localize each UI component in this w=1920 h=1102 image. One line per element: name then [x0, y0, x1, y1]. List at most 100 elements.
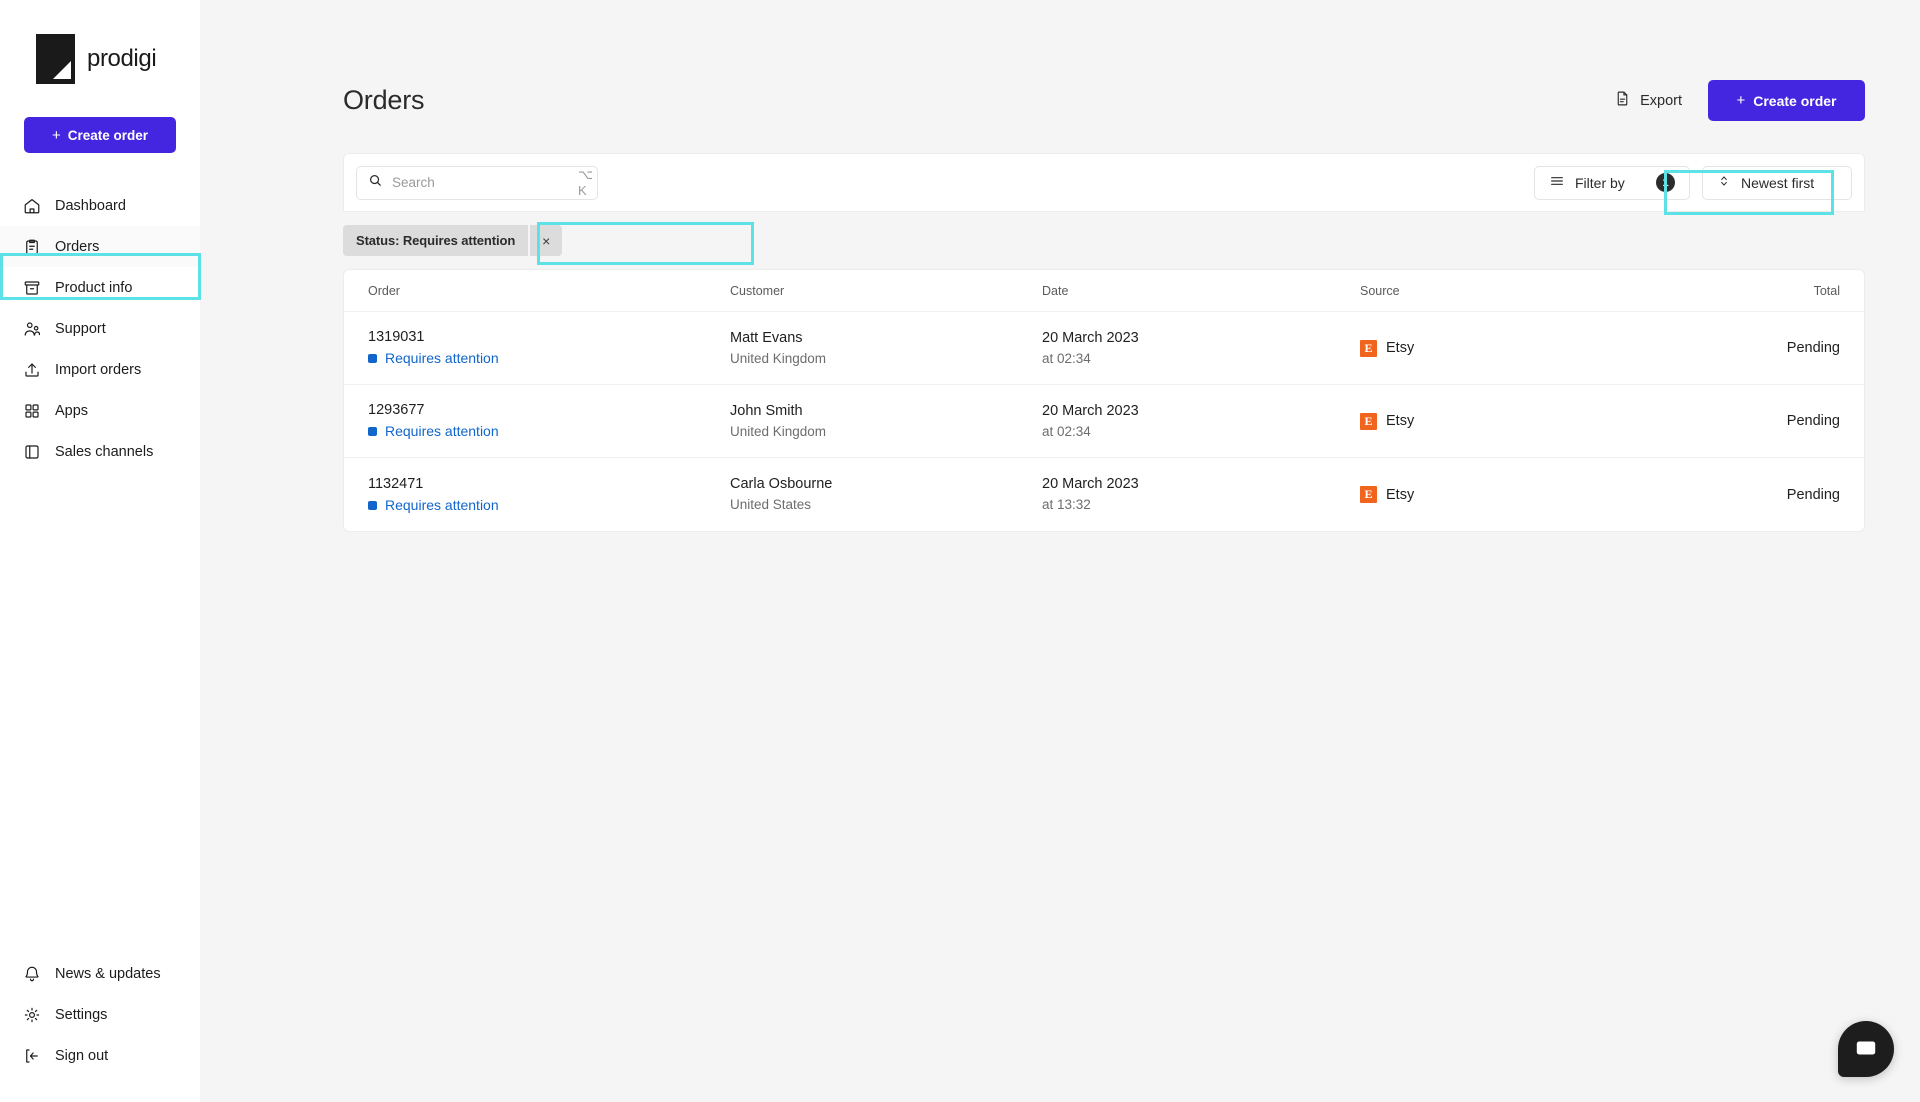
upload-icon: [22, 360, 41, 379]
create-order-button[interactable]: + Create order: [1708, 80, 1865, 121]
cell-order: 1293677 Requires attention: [368, 400, 730, 441]
sidebar-item-news-updates[interactable]: News & updates: [0, 953, 200, 994]
sidebar-item-support[interactable]: Support: [0, 308, 200, 349]
sidebar-item-label: Product info: [55, 279, 133, 296]
sidebar-primary-nav: Dashboard Orders Product info Support Im…: [0, 185, 200, 472]
orders-table: Order Customer Date Source Total 1319031…: [343, 269, 1865, 532]
status-dot-icon: [368, 354, 377, 363]
sign-out-icon: [22, 1046, 41, 1065]
export-label: Export: [1640, 92, 1682, 109]
order-status-link[interactable]: Requires attention: [368, 348, 730, 368]
source-name: Etsy: [1386, 340, 1415, 356]
column-header-source: Source: [1360, 283, 1400, 298]
search-input[interactable]: [392, 175, 569, 190]
order-time: at 02:34: [1042, 423, 1091, 439]
customer-country: United States: [730, 497, 812, 513]
toolbar-right-controls: Filter by 1 Newest first: [1534, 165, 1852, 200]
orders-panel: ⌥ K Filter by 1 Newest first: [200, 121, 1920, 532]
column-header-customer: Customer: [730, 283, 785, 298]
sidebar-item-label: Dashboard: [55, 197, 126, 214]
create-order-label: Create order: [1753, 92, 1837, 109]
prodigi-logo-icon: [36, 34, 75, 84]
order-total: Pending: [1786, 486, 1840, 503]
plus-icon: +: [51, 126, 61, 144]
sidebar-item-label: Apps: [55, 402, 89, 419]
filter-chip-label: Status: Requires attention: [343, 225, 529, 256]
sidebar-create-order-button[interactable]: + Create order: [24, 117, 176, 153]
cell-total: Pending: [1670, 486, 1840, 504]
etsy-icon: E: [1360, 339, 1377, 357]
order-id: 1293677: [368, 402, 425, 419]
sidebar-item-sign-out[interactable]: Sign out: [0, 1035, 200, 1076]
sidebar-item-import-orders[interactable]: Import orders: [0, 349, 200, 390]
filter-by-button[interactable]: Filter by 1: [1534, 165, 1690, 200]
search-field[interactable]: ⌥ K: [356, 165, 598, 200]
gear-icon: [22, 1005, 41, 1024]
customer-name: Carla Osbourne: [730, 476, 833, 493]
page-header: Orders Export + Create order: [200, 0, 1920, 121]
search-icon: [368, 173, 383, 193]
etsy-icon: E: [1360, 486, 1377, 503]
order-status-link[interactable]: Requires attention: [368, 495, 730, 515]
order-status-link[interactable]: Requires attention: [368, 421, 730, 441]
order-id: 1132471: [368, 475, 424, 492]
header-actions: Export + Create order: [1614, 80, 1865, 121]
sidebar-create-order-label: Create order: [67, 127, 149, 143]
order-time: at 02:34: [1042, 350, 1091, 366]
sidebar-item-label: Orders: [55, 238, 100, 255]
cell-customer: Carla Osbourne United States: [730, 474, 1042, 515]
order-date: 20 March 2023: [1042, 476, 1139, 493]
sidebar-item-orders[interactable]: Orders: [0, 226, 200, 267]
filter-count-badge: 1: [1656, 173, 1675, 192]
table-row[interactable]: 1319031 Requires attention Matt Evans Un…: [344, 312, 1864, 385]
sidebar-item-apps[interactable]: Apps: [0, 390, 200, 431]
order-total: Pending: [1786, 340, 1840, 356]
cell-source: E Etsy: [1360, 412, 1670, 430]
cell-total: Pending: [1670, 412, 1840, 430]
sidebar-item-label: Sales channels: [55, 443, 154, 460]
grid-apps-icon: [22, 401, 41, 420]
chat-widget-button[interactable]: [1838, 1021, 1894, 1077]
export-button[interactable]: Export: [1614, 90, 1682, 111]
column-header-date: Date: [1042, 283, 1069, 298]
active-filter-chips: Status: Requires attention ×: [343, 212, 1865, 269]
order-date: 20 March 2023: [1042, 402, 1139, 419]
sort-updown-icon: [1717, 173, 1731, 192]
orders-toolbar: ⌥ K Filter by 1 Newest first: [343, 153, 1865, 212]
document-icon: [1614, 90, 1631, 111]
sidebar-item-sales-channels[interactable]: Sales channels: [0, 431, 200, 472]
sort-button[interactable]: Newest first: [1702, 165, 1852, 200]
filter-chip-status[interactable]: Status: Requires attention ×: [343, 225, 563, 256]
sidebar-item-product-info[interactable]: Product info: [0, 267, 200, 308]
column-header-total: Total: [1813, 283, 1840, 298]
page-title: Orders: [343, 85, 425, 115]
table-row[interactable]: 1132471 Requires attention Carla Osbourn…: [344, 458, 1864, 531]
order-id: 1319031: [368, 329, 425, 346]
customer-country: United Kingdom: [730, 350, 827, 366]
app-root: prodigi + Create order Dashboard Orders: [0, 0, 1920, 1102]
brand-logo[interactable]: prodigi: [0, 0, 200, 84]
source-name: Etsy: [1386, 413, 1415, 429]
sidebar: prodigi + Create order Dashboard Orders: [0, 0, 201, 1102]
order-status-label: Requires attention: [385, 350, 499, 367]
customer-country: United Kingdom: [730, 423, 827, 439]
status-dot-icon: [368, 427, 377, 436]
filter-lines-icon: [1549, 173, 1565, 192]
sidebar-item-settings[interactable]: Settings: [0, 994, 200, 1035]
cell-total: Pending: [1670, 339, 1840, 357]
cell-date: 20 March 2023 at 13:32: [1042, 474, 1360, 515]
customer-name: Matt Evans: [730, 329, 803, 346]
order-date: 20 March 2023: [1042, 329, 1139, 346]
clipboard-icon: [22, 237, 41, 256]
customer-name: John Smith: [730, 402, 803, 419]
chat-bubble-icon: [1853, 1035, 1879, 1064]
sidebar-item-label: Import orders: [55, 361, 142, 378]
order-time: at 13:32: [1042, 497, 1091, 513]
sidebar-item-label: Support: [55, 320, 106, 337]
table-row[interactable]: 1293677 Requires attention John Smith Un…: [344, 385, 1864, 458]
sidebar-item-dashboard[interactable]: Dashboard: [0, 185, 200, 226]
close-icon[interactable]: ×: [530, 225, 563, 256]
sidebar-item-label: Settings: [55, 1006, 108, 1023]
cell-date: 20 March 2023 at 02:34: [1042, 401, 1360, 442]
cell-customer: Matt Evans United Kingdom: [730, 328, 1042, 369]
